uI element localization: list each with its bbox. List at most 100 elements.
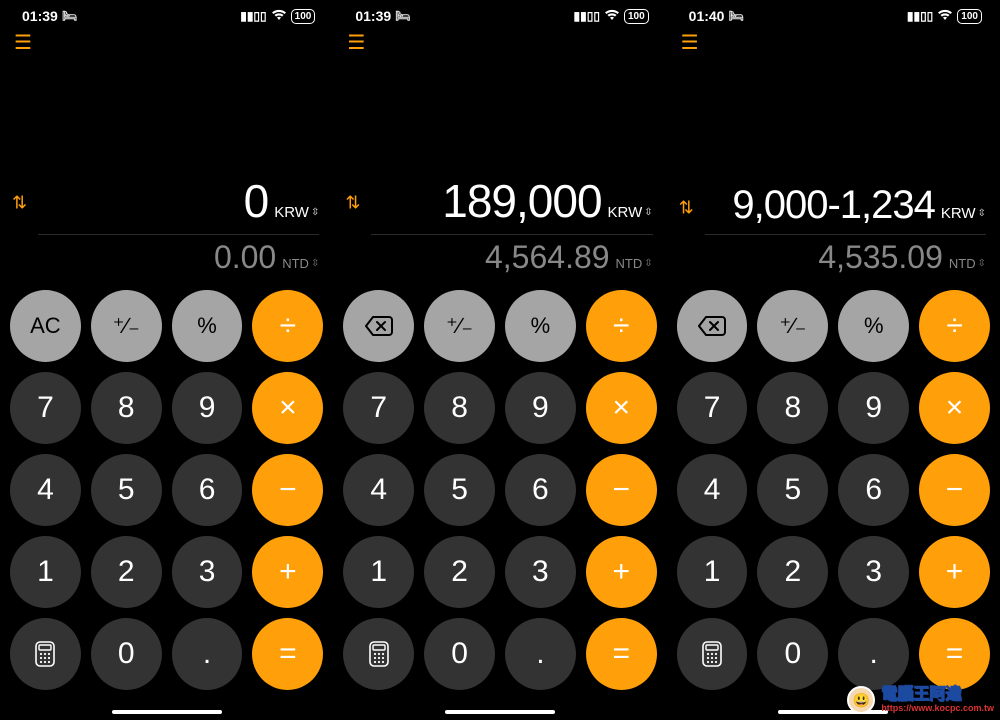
digit-0-button[interactable]: 0 bbox=[91, 618, 162, 690]
equals-button[interactable]: = bbox=[919, 618, 990, 690]
plus-minus-button[interactable]: ⁺∕₋ bbox=[424, 290, 495, 362]
decimal-button[interactable]: . bbox=[172, 618, 243, 690]
digit-3-button[interactable]: 3 bbox=[172, 536, 243, 608]
keypad: ⁺∕₋ % ÷ 7 8 9 × 4 5 6 − 1 2 3 + 0 . = bbox=[667, 284, 1000, 720]
primary-currency-selector[interactable]: KRW⇳ bbox=[608, 204, 653, 221]
equals-button[interactable]: = bbox=[252, 618, 323, 690]
chevron-updown-icon: ⇳ bbox=[978, 208, 986, 219]
keypad: ⁺∕₋ % ÷ 7 8 9 × 4 5 6 − 1 2 3 + 0 . = bbox=[333, 284, 666, 720]
multiply-button[interactable]: × bbox=[919, 372, 990, 444]
status-time: 01:39 bbox=[355, 8, 391, 24]
digit-9-button[interactable]: 9 bbox=[172, 372, 243, 444]
digit-4-button[interactable]: 4 bbox=[343, 454, 414, 526]
status-time: 01:40 bbox=[689, 8, 725, 24]
digit-3-button[interactable]: 3 bbox=[505, 536, 576, 608]
primary-currency-selector[interactable]: KRW⇳ bbox=[274, 204, 319, 221]
secondary-value: 4,535.09 bbox=[705, 239, 943, 276]
backspace-button[interactable] bbox=[677, 290, 748, 362]
swap-currencies-icon[interactable]: ⇅ bbox=[345, 193, 360, 214]
digit-2-button[interactable]: 2 bbox=[424, 536, 495, 608]
divide-button[interactable]: ÷ bbox=[252, 290, 323, 362]
clear-button[interactable]: AC bbox=[10, 290, 81, 362]
divide-button[interactable]: ÷ bbox=[919, 290, 990, 362]
secondary-currency-selector[interactable]: NTD⇳ bbox=[616, 256, 653, 271]
chevron-updown-icon: ⇳ bbox=[644, 258, 652, 269]
home-indicator[interactable] bbox=[778, 710, 888, 714]
minus-button[interactable]: − bbox=[919, 454, 990, 526]
home-indicator[interactable] bbox=[112, 710, 222, 714]
minus-button[interactable]: − bbox=[252, 454, 323, 526]
calculator-mode-button[interactable] bbox=[677, 618, 748, 690]
multiply-button[interactable]: × bbox=[586, 372, 657, 444]
digit-4-button[interactable]: 4 bbox=[10, 454, 81, 526]
display-divider bbox=[371, 234, 652, 235]
digit-7-button[interactable]: 7 bbox=[343, 372, 414, 444]
backspace-button[interactable] bbox=[343, 290, 414, 362]
chevron-updown-icon: ⇳ bbox=[644, 207, 652, 218]
digit-4-button[interactable]: 4 bbox=[677, 454, 748, 526]
percent-button[interactable]: % bbox=[838, 290, 909, 362]
primary-value: 189,000 bbox=[371, 174, 601, 228]
sleep-mode-icon: 🛏︎ bbox=[62, 9, 77, 23]
digit-6-button[interactable]: 6 bbox=[172, 454, 243, 526]
history-button[interactable]: ☰ bbox=[333, 28, 666, 56]
minus-button[interactable]: − bbox=[586, 454, 657, 526]
display-area: ⇅ 0 KRW⇳ 0.00 NTD⇳ bbox=[0, 56, 333, 284]
plus-button[interactable]: + bbox=[252, 536, 323, 608]
digit-1-button[interactable]: 1 bbox=[10, 536, 81, 608]
digit-1-button[interactable]: 1 bbox=[677, 536, 748, 608]
decimal-button[interactable]: . bbox=[505, 618, 576, 690]
digit-5-button[interactable]: 5 bbox=[424, 454, 495, 526]
equals-button[interactable]: = bbox=[586, 618, 657, 690]
plus-minus-button[interactable]: ⁺∕₋ bbox=[91, 290, 162, 362]
digit-7-button[interactable]: 7 bbox=[10, 372, 81, 444]
digit-5-button[interactable]: 5 bbox=[91, 454, 162, 526]
sleep-mode-icon: 🛏︎ bbox=[728, 9, 743, 23]
digit-3-button[interactable]: 3 bbox=[838, 536, 909, 608]
digit-6-button[interactable]: 6 bbox=[505, 454, 576, 526]
digit-2-button[interactable]: 2 bbox=[91, 536, 162, 608]
plus-button[interactable]: + bbox=[586, 536, 657, 608]
calculator-mode-button[interactable] bbox=[343, 618, 414, 690]
swap-currencies-icon[interactable]: ⇅ bbox=[12, 193, 27, 214]
calculator-screen-1: 01:39 🛏︎ ▮▮▯▯ 100 ☰ ⇅ 0 KRW⇳ 0.00 NTD⇳ bbox=[0, 0, 333, 720]
secondary-value: 4,564.89 bbox=[371, 239, 609, 276]
digit-0-button[interactable]: 0 bbox=[424, 618, 495, 690]
plus-button[interactable]: + bbox=[919, 536, 990, 608]
secondary-currency-selector[interactable]: NTD⇳ bbox=[282, 256, 319, 271]
history-button[interactable]: ☰ bbox=[667, 28, 1000, 56]
decimal-button[interactable]: . bbox=[838, 618, 909, 690]
calculator-mode-button[interactable] bbox=[10, 618, 81, 690]
digit-9-button[interactable]: 9 bbox=[838, 372, 909, 444]
cellular-signal-icon: ▮▮▯▯ bbox=[240, 9, 266, 23]
display-divider bbox=[705, 234, 986, 235]
digit-0-button[interactable]: 0 bbox=[757, 618, 828, 690]
battery-indicator: 100 bbox=[624, 9, 649, 24]
digit-8-button[interactable]: 8 bbox=[91, 372, 162, 444]
keypad: AC ⁺∕₋ % ÷ 7 8 9 × 4 5 6 − 1 2 3 + 0 . = bbox=[0, 284, 333, 720]
digit-8-button[interactable]: 8 bbox=[757, 372, 828, 444]
percent-button[interactable]: % bbox=[505, 290, 576, 362]
digit-2-button[interactable]: 2 bbox=[757, 536, 828, 608]
secondary-currency-selector[interactable]: NTD⇳ bbox=[949, 256, 986, 271]
history-button[interactable]: ☰ bbox=[0, 28, 333, 56]
display-area: ⇅ 9,000-1,234 KRW⇳ 4,535.09 NTD⇳ bbox=[667, 56, 1000, 284]
wifi-icon bbox=[604, 9, 620, 24]
plus-minus-button[interactable]: ⁺∕₋ bbox=[757, 290, 828, 362]
digit-6-button[interactable]: 6 bbox=[838, 454, 909, 526]
digit-1-button[interactable]: 1 bbox=[343, 536, 414, 608]
multiply-button[interactable]: × bbox=[252, 372, 323, 444]
display-divider bbox=[38, 234, 319, 235]
chevron-updown-icon: ⇳ bbox=[978, 258, 986, 269]
home-indicator[interactable] bbox=[445, 710, 555, 714]
primary-currency-selector[interactable]: KRW⇳ bbox=[941, 205, 986, 222]
primary-value: 0 bbox=[38, 174, 268, 228]
calculator-screen-3: 01:40 🛏︎ ▮▮▯▯ 100 ☰ ⇅ 9,000-1,234 KRW⇳ 4… bbox=[667, 0, 1000, 720]
digit-9-button[interactable]: 9 bbox=[505, 372, 576, 444]
swap-currencies-icon[interactable]: ⇅ bbox=[679, 197, 694, 218]
digit-5-button[interactable]: 5 bbox=[757, 454, 828, 526]
divide-button[interactable]: ÷ bbox=[586, 290, 657, 362]
percent-button[interactable]: % bbox=[172, 290, 243, 362]
digit-7-button[interactable]: 7 bbox=[677, 372, 748, 444]
digit-8-button[interactable]: 8 bbox=[424, 372, 495, 444]
